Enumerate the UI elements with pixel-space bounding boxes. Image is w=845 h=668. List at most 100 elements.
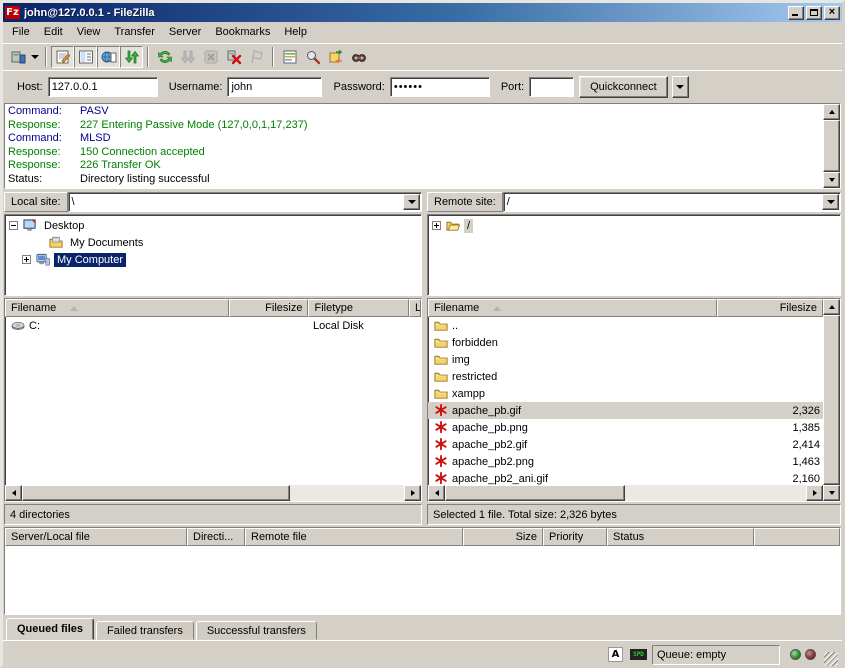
tree-item-desktop[interactable]: Desktop bbox=[5, 217, 421, 234]
find-files-button[interactable] bbox=[347, 46, 370, 68]
tree-label-root[interactable]: / bbox=[464, 219, 473, 233]
message-log-lines[interactable]: Command:PASV Response:227 Entering Passi… bbox=[5, 104, 823, 188]
password-input[interactable] bbox=[390, 77, 490, 97]
scroll-up-button[interactable] bbox=[823, 104, 840, 120]
scrollbar-thumb[interactable] bbox=[823, 315, 840, 485]
remote-row[interactable]: apache_pb.png 1,385 bbox=[428, 419, 823, 436]
resize-grip[interactable] bbox=[824, 652, 838, 666]
scroll-left-button[interactable] bbox=[5, 485, 22, 501]
remote-row[interactable]: apache_pb2.gif 2,414 bbox=[428, 436, 823, 453]
remote-row-selected[interactable]: apache_pb.gif 2,326 bbox=[428, 402, 823, 419]
menu-server[interactable]: Server bbox=[162, 23, 208, 41]
menu-file[interactable]: File bbox=[5, 23, 37, 41]
maximize-button[interactable] bbox=[806, 6, 822, 20]
remote-row[interactable]: img bbox=[428, 351, 823, 368]
minimize-button[interactable] bbox=[788, 6, 804, 20]
tree-label-desktop[interactable]: Desktop bbox=[41, 219, 87, 233]
column-header-filetype[interactable]: Filetype bbox=[308, 299, 409, 317]
local-horizontal-scrollbar[interactable] bbox=[5, 485, 421, 501]
remote-rows[interactable]: .. forbidden img bbox=[428, 317, 823, 485]
title-bar[interactable]: Fz john@127.0.0.1 - FileZilla × bbox=[3, 3, 842, 22]
tree-label-my-computer[interactable]: My Computer bbox=[54, 253, 126, 267]
close-button[interactable]: × bbox=[824, 6, 840, 20]
column-header-filename[interactable]: Filename bbox=[428, 299, 717, 317]
local-row-c-drive[interactable]: C: Local Disk bbox=[5, 317, 421, 334]
column-header-direction[interactable]: Directi... bbox=[187, 528, 245, 546]
column-header-filename[interactable]: Filename bbox=[5, 299, 229, 317]
filter-button[interactable] bbox=[301, 46, 324, 68]
tab-failed-transfers[interactable]: Failed transfers bbox=[96, 621, 194, 640]
remote-tree[interactable]: / bbox=[427, 214, 841, 296]
username-input[interactable] bbox=[227, 77, 322, 97]
remote-row[interactable]: restricted bbox=[428, 368, 823, 385]
scroll-left-button[interactable] bbox=[428, 485, 445, 501]
host-input[interactable] bbox=[48, 77, 158, 97]
scrollbar-thumb[interactable] bbox=[823, 120, 840, 172]
tree-item-my-documents[interactable]: My Documents bbox=[5, 234, 421, 251]
port-input[interactable] bbox=[529, 77, 574, 97]
reconnect-button[interactable] bbox=[245, 46, 268, 68]
scroll-down-button[interactable] bbox=[823, 485, 840, 501]
column-header-filesize[interactable]: Filesize bbox=[717, 299, 823, 317]
tab-successful-transfers[interactable]: Successful transfers bbox=[196, 621, 317, 640]
tree-item-my-computer[interactable]: My Computer bbox=[5, 251, 421, 268]
scrollbar-track[interactable] bbox=[625, 485, 806, 501]
column-header-size[interactable]: Size bbox=[463, 528, 543, 546]
expand-icon[interactable] bbox=[432, 221, 441, 230]
menu-help[interactable]: Help bbox=[277, 23, 314, 41]
remote-vertical-scrollbar[interactable] bbox=[823, 299, 840, 501]
synchronized-browsing-button[interactable] bbox=[324, 46, 347, 68]
remote-row[interactable]: forbidden bbox=[428, 334, 823, 351]
menu-bookmarks[interactable]: Bookmarks bbox=[208, 23, 277, 41]
column-header-last-modified[interactable]: L bbox=[409, 299, 421, 317]
menu-edit[interactable]: Edit bbox=[37, 23, 70, 41]
refresh-button[interactable] bbox=[153, 46, 176, 68]
scrollbar-thumb[interactable] bbox=[445, 485, 625, 501]
speed-limit-indicator[interactable]: SPD bbox=[629, 646, 648, 664]
tree-label-my-documents[interactable]: My Documents bbox=[67, 236, 146, 250]
menu-transfer[interactable]: Transfer bbox=[107, 23, 162, 41]
scroll-down-button[interactable] bbox=[823, 172, 840, 188]
toggle-local-tree-button[interactable] bbox=[74, 46, 97, 68]
directory-comparison-button[interactable] bbox=[278, 46, 301, 68]
column-header-priority[interactable]: Priority bbox=[543, 528, 607, 546]
site-manager-button[interactable] bbox=[6, 46, 29, 68]
quickconnect-button[interactable]: Quickconnect bbox=[579, 76, 668, 98]
toggle-remote-tree-button[interactable] bbox=[97, 46, 120, 68]
collapse-icon[interactable] bbox=[9, 221, 18, 230]
column-header-remote-file[interactable]: Remote file bbox=[245, 528, 463, 546]
local-tree[interactable]: Desktop My Documents bbox=[4, 214, 422, 296]
scroll-up-button[interactable] bbox=[823, 299, 840, 315]
column-header-server-local-file[interactable]: Server/Local file bbox=[5, 528, 187, 546]
menu-view[interactable]: View bbox=[70, 23, 108, 41]
scrollbar-track[interactable] bbox=[290, 485, 404, 501]
remote-row[interactable]: apache_pb2_ani.gif 2,160 bbox=[428, 470, 823, 485]
remote-row[interactable]: .. bbox=[428, 317, 823, 334]
remote-row[interactable]: apache_pb2.png 1,463 bbox=[428, 453, 823, 470]
tab-queued-files[interactable]: Queued files bbox=[6, 618, 94, 640]
remote-row[interactable]: xampp bbox=[428, 385, 823, 402]
quickconnect-dropdown[interactable] bbox=[672, 76, 689, 98]
column-header-status[interactable]: Status bbox=[607, 528, 754, 546]
toggle-message-log-button[interactable] bbox=[51, 46, 74, 68]
column-header-filesize[interactable]: Filesize bbox=[229, 299, 309, 317]
local-site-combo[interactable]: \ bbox=[68, 192, 422, 212]
local-site-dropdown[interactable] bbox=[403, 194, 420, 210]
transfer-type-indicator[interactable]: A bbox=[606, 646, 625, 664]
cancel-button[interactable] bbox=[199, 46, 222, 68]
remote-site-dropdown[interactable] bbox=[822, 194, 839, 210]
site-manager-dropdown[interactable] bbox=[29, 46, 41, 68]
log-vertical-scrollbar[interactable] bbox=[823, 104, 840, 188]
scroll-right-button[interactable] bbox=[806, 485, 823, 501]
disconnect-button[interactable] bbox=[222, 46, 245, 68]
scroll-right-button[interactable] bbox=[404, 485, 421, 501]
toggle-queue-button[interactable] bbox=[120, 46, 143, 68]
remote-horizontal-scrollbar[interactable] bbox=[428, 485, 823, 501]
expand-icon[interactable] bbox=[22, 255, 31, 264]
queue-body[interactable] bbox=[5, 546, 840, 614]
remote-site-combo[interactable]: / bbox=[503, 192, 841, 212]
process-queue-button[interactable] bbox=[176, 46, 199, 68]
local-rows[interactable]: C: Local Disk bbox=[5, 317, 421, 485]
tree-item-root[interactable]: / bbox=[428, 217, 840, 234]
scrollbar-thumb[interactable] bbox=[22, 485, 290, 501]
